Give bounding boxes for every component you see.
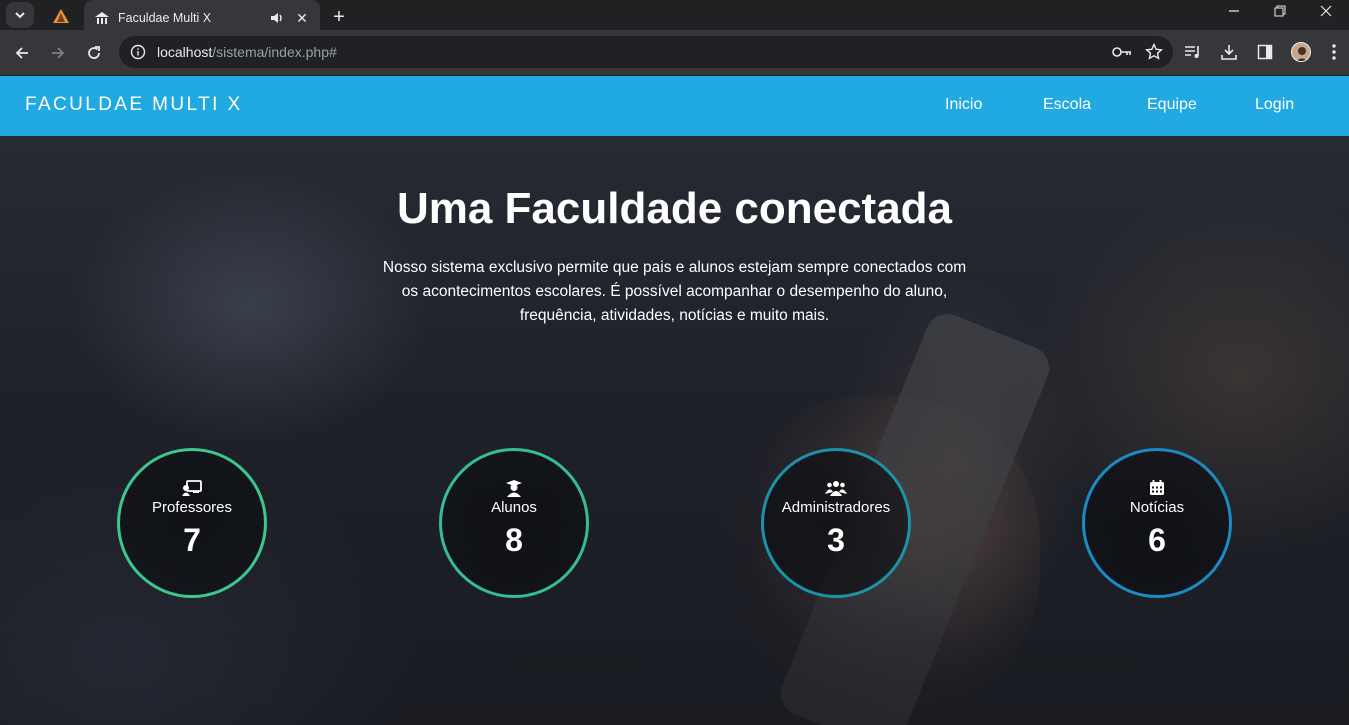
users-icon [825, 479, 847, 497]
graduate-icon [505, 479, 523, 497]
kebab-menu-icon[interactable] [1319, 37, 1349, 67]
back-button[interactable] [8, 39, 36, 67]
speaker-icon[interactable] [268, 9, 286, 27]
stat-label: Notícias [1129, 499, 1185, 516]
forward-button[interactable] [44, 39, 72, 67]
stat-professores[interactable]: Professores 7 [117, 448, 267, 598]
avatar-icon [1291, 42, 1311, 62]
hero-description: Nosso sistema exclusivo permite que pais… [382, 259, 967, 324]
arrow-left-icon [15, 47, 28, 59]
info-icon[interactable] [127, 41, 149, 63]
new-tab-button[interactable]: + [326, 4, 352, 30]
address-bar[interactable]: localhost/sistema/index.php# [119, 36, 1173, 68]
site-brand[interactable]: Faculdae Multi X [25, 94, 243, 116]
nav-link-login[interactable]: Login [1255, 96, 1294, 114]
pinned-site-icon [53, 9, 69, 23]
nav-link-inicio[interactable]: Inicio [945, 96, 982, 114]
tab-search-button[interactable] [6, 2, 34, 28]
stat-alunos[interactable]: Alunos 8 [439, 448, 589, 598]
reload-icon [88, 46, 100, 59]
calendar-icon [1149, 479, 1165, 497]
chevron-down-icon [15, 12, 25, 19]
arrow-right-icon [52, 47, 65, 59]
stat-value: 8 [505, 522, 523, 558]
tab-title: Faculdae Multi X [118, 11, 212, 25]
stat-value: 6 [1148, 522, 1166, 558]
hero-title: Uma Faculdade conectada [396, 184, 953, 233]
minimize-button[interactable] [1211, 0, 1257, 22]
media-queue-icon[interactable] [1175, 37, 1211, 67]
nav-link-escola[interactable]: Escola [1043, 96, 1091, 114]
profile-avatar[interactable] [1283, 37, 1319, 67]
stat-label: Administradores [781, 499, 891, 516]
browser-toolbar: localhost/sistema/index.php# [0, 30, 1349, 75]
stat-value: 3 [827, 522, 845, 558]
stat-administradores[interactable]: Administradores 3 [761, 448, 911, 598]
restore-button[interactable] [1257, 0, 1303, 22]
reload-button[interactable] [80, 39, 108, 67]
stat-label: Professores [151, 499, 233, 516]
web-page: Faculdae Multi X Inicio Escola Equipe Lo… [0, 76, 1349, 725]
site-navbar: Faculdae Multi X Inicio Escola Equipe Lo… [0, 76, 1349, 136]
side-panel-icon[interactable] [1247, 37, 1283, 67]
url-path: /sistema/index.php# [212, 44, 337, 60]
stat-noticias[interactable]: Notícias 6 [1082, 448, 1232, 598]
chalkboard-teacher-icon [182, 479, 202, 497]
close-window-button[interactable] [1303, 0, 1349, 22]
bookmark-star-icon[interactable] [1141, 39, 1167, 65]
site-favicon-icon [94, 10, 110, 26]
window-controls [1211, 0, 1349, 28]
tab-close-icon[interactable]: ✕ [294, 10, 310, 26]
stat-value: 7 [183, 522, 201, 558]
url-host: localhost [157, 44, 213, 60]
download-icon[interactable] [1211, 37, 1247, 67]
stat-label: Alunos [491, 499, 537, 516]
nav-link-equipe[interactable]: Equipe [1147, 96, 1197, 114]
toolbar-actions [1175, 37, 1349, 67]
key-icon[interactable] [1109, 39, 1135, 65]
url-text[interactable]: localhost/sistema/index.php# [157, 44, 1109, 60]
hero-section: Uma Faculdade conectada Nosso sistema ex… [0, 136, 1349, 725]
pinned-tab[interactable] [46, 3, 76, 29]
